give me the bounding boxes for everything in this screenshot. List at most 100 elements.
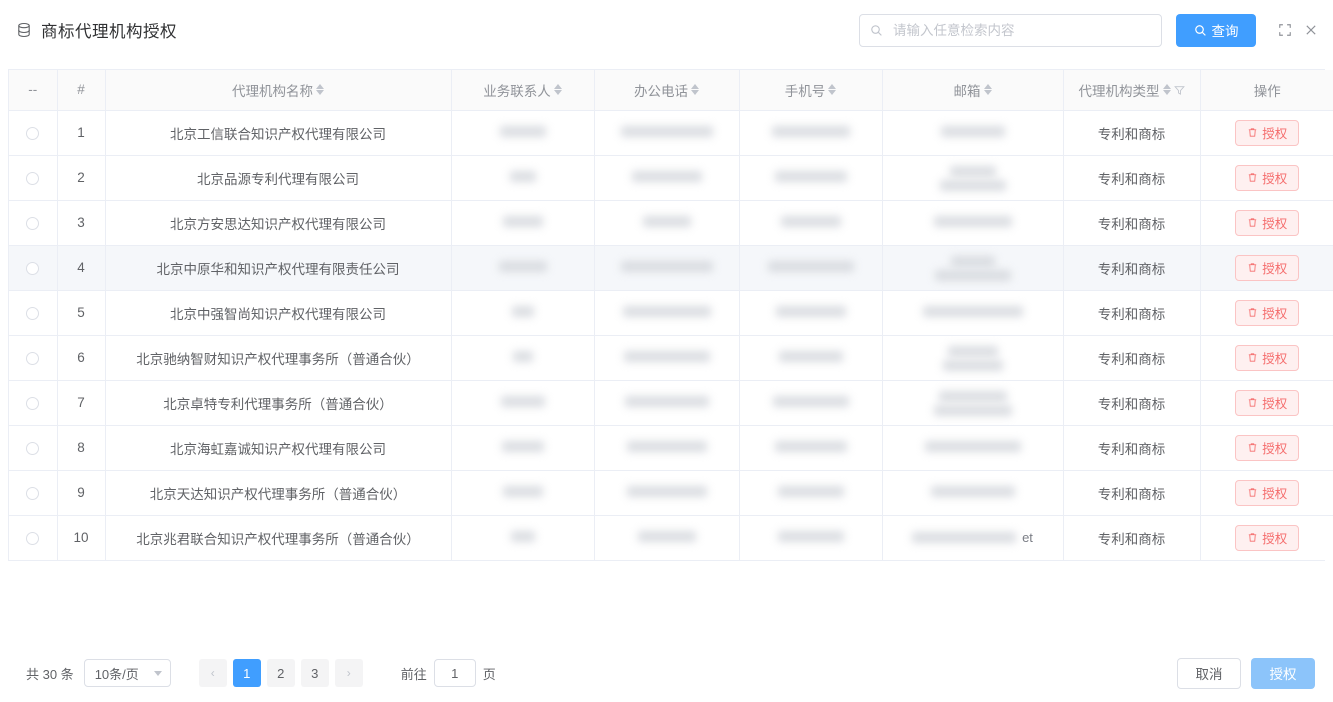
row-radio[interactable]: [26, 486, 40, 500]
row-select-cell[interactable]: [9, 470, 58, 516]
row-radio[interactable]: [26, 441, 40, 455]
agency-type: 专利和商标: [1097, 261, 1166, 277]
redaction-bar: [950, 255, 995, 267]
row-office-phone-cell: [594, 425, 740, 471]
row-radio[interactable]: [26, 171, 40, 185]
row-authorize-label: 授权: [1262, 262, 1288, 276]
jump-suffix-label: 页: [482, 666, 496, 682]
trash-icon: [1247, 172, 1258, 183]
search-box[interactable]: [859, 13, 1162, 47]
redaction-bar: [502, 486, 543, 497]
table-row[interactable]: 4 北京中原华和知识产权代理有限责任公司 专利和商标 授权: [9, 245, 1333, 291]
sort-caret-icon[interactable]: [553, 84, 562, 96]
row-authorize-button[interactable]: 授权: [1235, 164, 1300, 191]
row-select-cell[interactable]: [9, 155, 58, 201]
page-button-1[interactable]: 1: [232, 659, 261, 687]
sort-caret-icon[interactable]: [983, 84, 992, 96]
row-radio[interactable]: [26, 261, 40, 275]
row-authorize-button[interactable]: 授权: [1235, 209, 1300, 236]
column-label-mobile: 手机号: [784, 83, 826, 99]
row-authorize-button[interactable]: 授权: [1235, 479, 1300, 506]
page-button-3[interactable]: 3: [300, 659, 329, 687]
row-select-cell[interactable]: [9, 110, 58, 156]
row-authorize-button[interactable]: 授权: [1235, 299, 1300, 326]
agency-type: 专利和商标: [1097, 171, 1166, 187]
column-header-office-phone[interactable]: 办公电话: [594, 70, 740, 111]
redacted-value: [622, 306, 711, 317]
row-contact-cell: [451, 110, 595, 156]
email-visible-tail: et: [1022, 529, 1033, 545]
next-page-button[interactable]: ›: [334, 659, 363, 687]
table-row[interactable]: 2 北京品源专利代理有限公司 专利和商标 授权: [9, 155, 1333, 201]
table-row[interactable]: 7 北京卓特专利代理事务所（普通合伙） 专利和商标 授权: [9, 380, 1333, 426]
column-header-email[interactable]: 邮箱: [882, 70, 1064, 111]
page-size-select[interactable]: 10条/页: [83, 659, 171, 687]
query-button[interactable]: 查询: [1176, 13, 1256, 47]
row-office-phone-cell: [594, 155, 740, 201]
table-row[interactable]: 3 北京方安思达知识产权代理有限公司 专利和商标 授权: [9, 200, 1333, 246]
row-authorize-button[interactable]: 授权: [1235, 524, 1300, 551]
table-row[interactable]: 1 北京工信联合知识产权代理有限公司 专利和商标 授权: [9, 110, 1333, 156]
row-select-cell[interactable]: [9, 425, 58, 471]
row-email-cell: [882, 335, 1064, 381]
page-buttons: ‹ 1 2 3 ›: [198, 659, 363, 687]
row-select-cell[interactable]: [9, 335, 58, 381]
row-authorize-button[interactable]: 授权: [1235, 344, 1300, 371]
row-select-cell[interactable]: [9, 380, 58, 426]
table-row[interactable]: 9 北京天达知识产权代理事务所（普通合伙） 专利和商标 授权: [9, 470, 1333, 516]
redaction-bar: [626, 441, 707, 452]
row-select-cell[interactable]: [9, 515, 58, 560]
redacted-value: [502, 216, 543, 227]
jump-page-input[interactable]: [433, 659, 476, 687]
row-contact-cell: [451, 245, 595, 291]
chevron-down-icon: [153, 670, 162, 676]
search-input[interactable]: [891, 21, 1151, 39]
column-header-agency-type[interactable]: 代理机构类型: [1063, 70, 1201, 111]
row-email-cell: [882, 380, 1064, 426]
redacted-value: [922, 306, 1023, 317]
column-header-mobile[interactable]: 手机号: [739, 70, 883, 111]
row-radio[interactable]: [26, 306, 40, 320]
agency-type: 专利和商标: [1097, 441, 1166, 457]
column-header-contact[interactable]: 业务联系人: [451, 70, 595, 111]
row-radio[interactable]: [26, 351, 40, 365]
row-agency-type-cell: 专利和商标: [1063, 515, 1201, 560]
prev-page-button[interactable]: ‹: [198, 659, 227, 687]
table-row[interactable]: 6 北京驰纳智财知识产权代理事务所（普通合伙） 专利和商标 授权: [9, 335, 1333, 381]
row-radio[interactable]: [26, 216, 40, 230]
confirm-authorize-button[interactable]: 授权: [1251, 657, 1315, 689]
row-select-cell[interactable]: [9, 245, 58, 291]
agency-name: 北京中强智尚知识产权代理有限公司: [170, 306, 386, 322]
page-button-2[interactable]: 2: [266, 659, 295, 687]
row-mobile-cell: [739, 290, 883, 336]
sort-caret-icon[interactable]: [828, 84, 837, 96]
agency-name: 北京海虹嘉诚知识产权代理有限公司: [170, 441, 386, 457]
table-row[interactable]: 5 北京中强智尚知识产权代理有限公司 专利和商标 授权: [9, 290, 1333, 336]
redaction-bar: [622, 306, 711, 317]
column-header-agency-name[interactable]: 代理机构名称: [105, 70, 452, 111]
sort-caret-icon[interactable]: [691, 84, 699, 96]
row-index: 3: [77, 215, 85, 230]
redacted-value: [772, 396, 849, 407]
cancel-button[interactable]: 取消: [1177, 657, 1241, 689]
row-select-cell[interactable]: [9, 200, 58, 246]
row-authorize-button[interactable]: 授权: [1235, 254, 1300, 281]
table-row[interactable]: 8 北京海虹嘉诚知识产权代理有限公司 专利和商标 授权: [9, 425, 1333, 471]
row-select-cell[interactable]: [9, 290, 58, 336]
row-email-cell: [882, 470, 1064, 516]
row-authorize-button[interactable]: 授权: [1235, 389, 1300, 416]
sort-caret-icon[interactable]: [316, 84, 324, 96]
close-icon[interactable]: [1304, 23, 1318, 37]
trash-icon: [1247, 217, 1258, 228]
table-row[interactable]: 10 北京兆君联合知识产权代理事务所（普通合伙） et 专利和商标 授权: [9, 515, 1333, 560]
row-radio[interactable]: [26, 532, 40, 546]
filter-icon[interactable]: [1173, 84, 1185, 96]
row-radio[interactable]: [26, 126, 40, 140]
row-authorize-button[interactable]: 授权: [1235, 119, 1300, 146]
redacted-value: [512, 351, 533, 362]
redacted-value: [626, 486, 707, 497]
row-radio[interactable]: [26, 396, 40, 410]
row-authorize-button[interactable]: 授权: [1235, 434, 1300, 461]
fullscreen-icon[interactable]: [1278, 23, 1292, 37]
sort-caret-icon[interactable]: [1162, 84, 1171, 96]
